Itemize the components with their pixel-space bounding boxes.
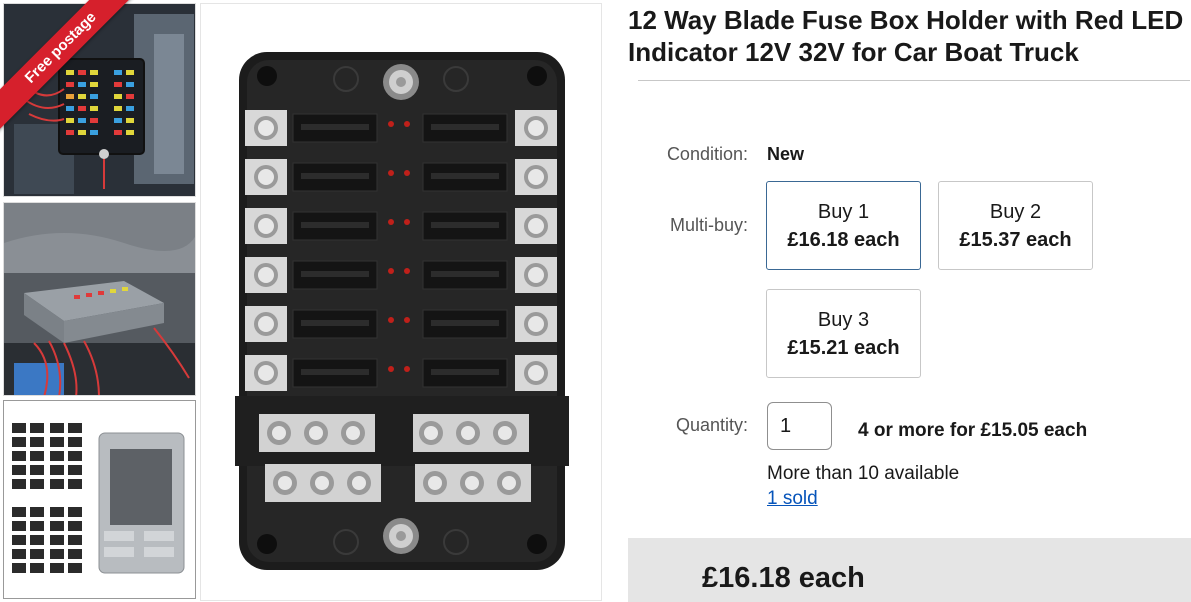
multibuy-option-qty: Buy 3 [817, 309, 870, 331]
multibuy-label: Multi-buy: [669, 215, 748, 235]
fuse-box-illustration [235, 52, 569, 570]
multibuy-option-price: £15.21 each [787, 337, 900, 359]
product-title: 12 Way Blade Fuse Box Holder with Red LE… [628, 5, 1184, 67]
installed-fuse-box-photo [4, 203, 195, 395]
free-postage-ribbon: Free postage [0, 0, 150, 150]
free-postage-badge: Free postage [0, 0, 146, 133]
fuse-labels-and-cover-photo [4, 401, 195, 598]
multibuy-option-buy-3[interactable]: Buy 3 £15.21 each [766, 289, 921, 378]
multibuy-option-price: £15.37 each [959, 229, 1072, 251]
thumbnail-image-2[interactable] [3, 202, 196, 396]
quantity-offer: 4 or more for £15.05 each [858, 420, 1088, 441]
multibuy-option-price: £16.18 each [787, 229, 900, 251]
condition-label: Condition: [666, 144, 748, 164]
price-display: £16.18 each [702, 562, 865, 594]
condition-value: New [767, 144, 805, 164]
sold-count-link[interactable]: 1 sold [767, 488, 818, 510]
thumbnail-gallery: Free postage [0, 0, 197, 602]
title-divider [638, 80, 1190, 81]
quantity-label: Quantity: [675, 415, 748, 435]
multibuy-option-buy-2[interactable]: Buy 2 £15.37 each [938, 181, 1093, 270]
main-product-image[interactable] [200, 3, 602, 601]
thumbnail-image-3[interactable] [3, 400, 196, 599]
quantity-input[interactable] [767, 402, 832, 450]
availability-text: More than 10 available [767, 463, 960, 484]
multibuy-option-buy-1[interactable]: Buy 1 £16.18 each [766, 181, 921, 270]
multibuy-option-qty: Buy 1 [817, 201, 870, 223]
multibuy-option-qty: Buy 2 [989, 201, 1042, 223]
